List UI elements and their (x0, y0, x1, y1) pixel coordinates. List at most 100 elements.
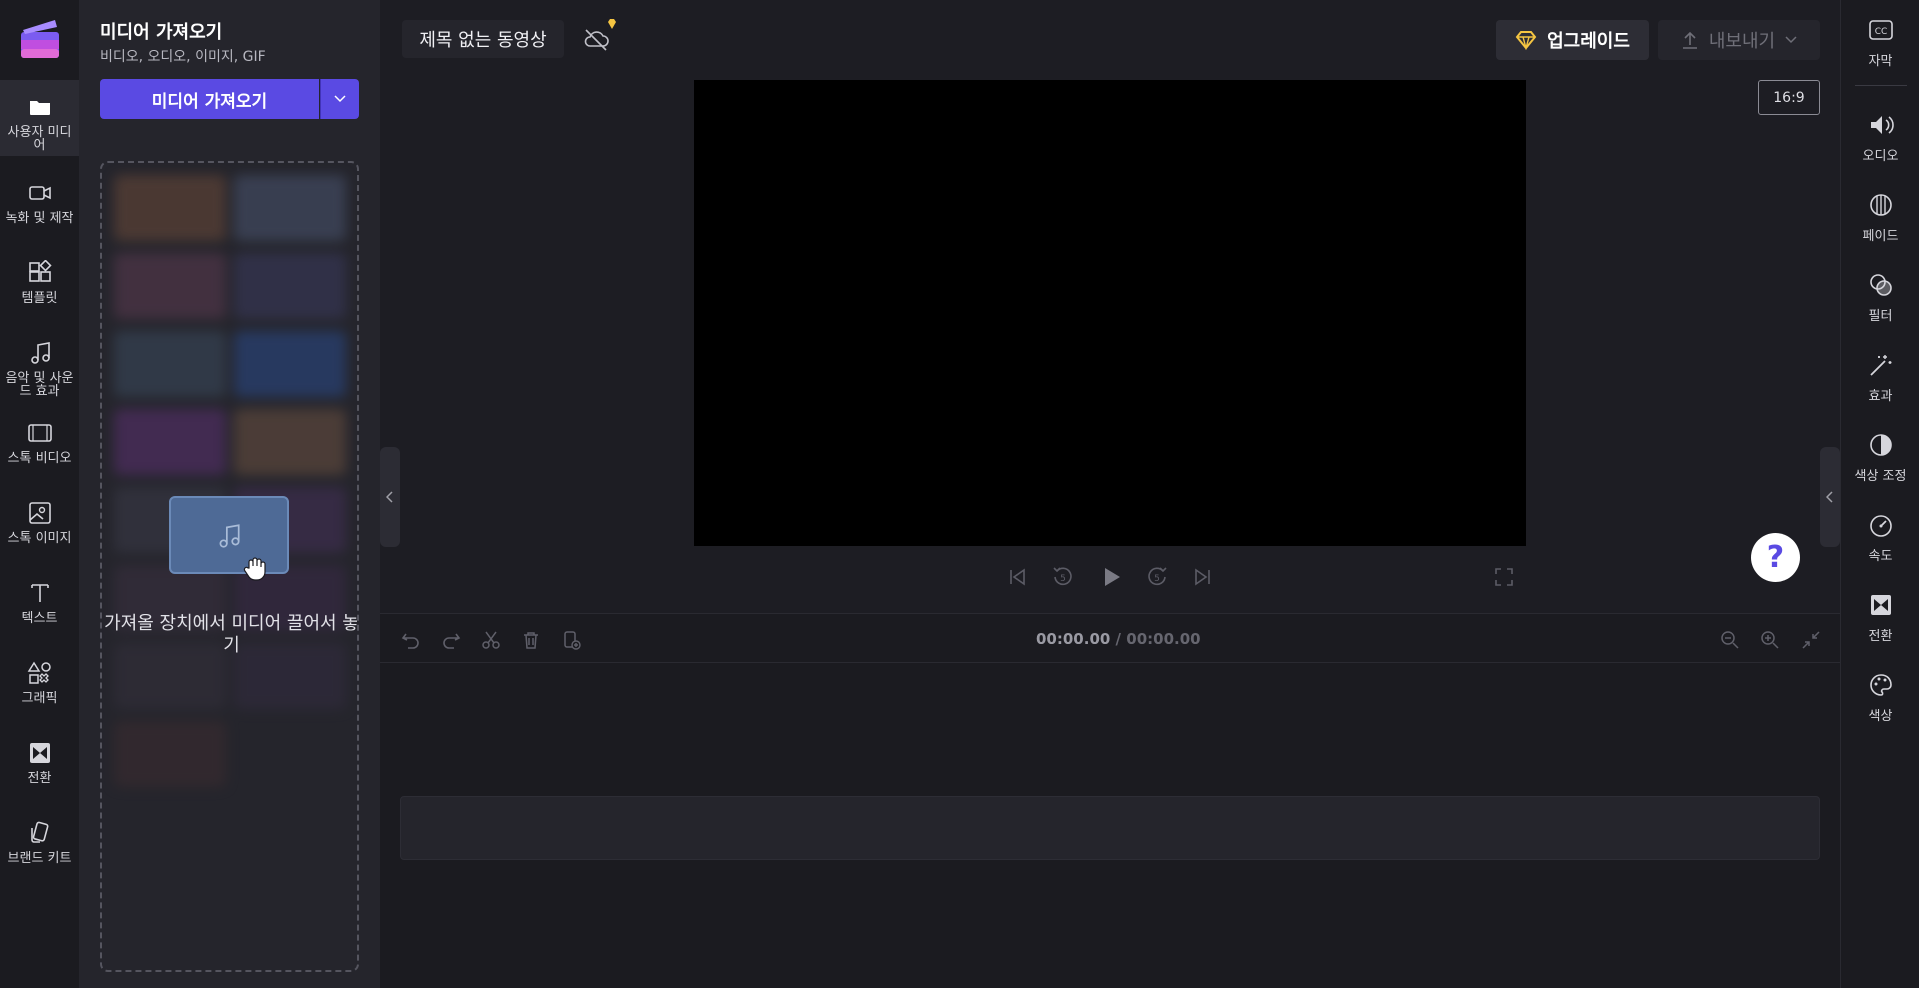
total-time: 00:00.00 (1126, 630, 1201, 648)
rail-item-stock-video[interactable]: 스톡 비디오 (0, 406, 79, 482)
blurred-media-thumbnails (110, 171, 350, 787)
text-icon (30, 584, 49, 602)
rail-label: 녹화 및 제작 (5, 211, 74, 226)
split-button[interactable] (478, 627, 504, 653)
zoom-in-button[interactable] (1757, 627, 1783, 653)
rail-item-record-create[interactable]: 녹화 및 제작 (0, 166, 79, 242)
rr-item-adjust-colors[interactable]: 색상 조정 (1841, 415, 1919, 485)
drop-illustration (169, 496, 289, 581)
fullscreen-icon (1495, 568, 1513, 586)
zoom-out-icon (1721, 631, 1739, 649)
video-camera-icon (28, 186, 51, 200)
panel-title: 미디어 가져오기 (100, 22, 223, 43)
rr-item-filters[interactable]: 필터 (1841, 255, 1919, 325)
music-note-icon (219, 524, 240, 548)
fullscreen-button[interactable] (1490, 563, 1518, 591)
timeline-track[interactable] (400, 796, 1820, 860)
collapse-right-panel-handle[interactable] (1820, 447, 1840, 547)
rail-item-graphics[interactable]: 그래픽 (0, 646, 79, 722)
zoom-out-button[interactable] (1717, 627, 1743, 653)
media-dropzone[interactable]: 가져올 장치에서 미디어 끌어서 놓기 (100, 161, 359, 972)
rail-item-templates[interactable]: 템플릿 (0, 246, 79, 322)
collapse-arrows-icon (1802, 631, 1820, 649)
skip-to-end-button[interactable] (1189, 563, 1217, 591)
redo-icon (443, 633, 461, 649)
rail-label: 템플릿 (21, 291, 58, 306)
fit-timeline-button[interactable] (1798, 627, 1824, 653)
redo-button[interactable] (438, 627, 464, 653)
rr-item-transition[interactable]: 전환 (1841, 575, 1919, 645)
rr-label: 속도 (1868, 549, 1893, 564)
undo-button[interactable] (398, 627, 424, 653)
cloud-sync-status[interactable] (582, 19, 616, 54)
fade-icon (1869, 194, 1892, 216)
help-button[interactable]: ? (1751, 533, 1800, 582)
rail-item-your-media[interactable]: 사용자 미디어 (0, 80, 79, 156)
import-media-button[interactable]: 미디어 가져오기 (100, 79, 319, 119)
panel-subtitle: 비디오, 오디오, 이미지, GIF (100, 49, 266, 65)
captions-icon: CC (1868, 20, 1893, 40)
timeline: 00:00.00 / 00:00.00 (380, 613, 1840, 988)
brand-kit-icon (30, 821, 48, 843)
shapes-icon (27, 661, 51, 684)
right-rail: CC 자막 오디오 페이드 필터 효과 색상 조정 속도 전환 색상 (1840, 0, 1919, 988)
forward-5-icon: 5 (1148, 567, 1167, 586)
rail-label: 텍스트 (21, 611, 58, 626)
rail-item-brand-kit[interactable]: 브랜드 키트 (0, 806, 79, 882)
rail-label: 전환 (27, 771, 52, 786)
rail-item-transitions[interactable]: 전환 (0, 726, 79, 802)
palette-icon (1869, 674, 1892, 696)
music-note-icon (30, 342, 50, 364)
duplicate-icon (564, 631, 581, 650)
duplicate-button[interactable] (558, 627, 584, 653)
upgrade-button[interactable]: 업그레이드 (1496, 20, 1649, 60)
timeline-toolbar: 00:00.00 / 00:00.00 (380, 613, 1840, 663)
rr-label: 효과 (1868, 389, 1893, 404)
play-button[interactable] (1097, 563, 1125, 591)
rr-item-color[interactable]: 색상 (1841, 655, 1919, 725)
image-icon (28, 502, 51, 524)
rewind-5s-button[interactable]: 5 (1049, 563, 1077, 591)
folder-icon (29, 101, 50, 115)
speedometer-icon (1869, 515, 1892, 537)
zoom-in-icon (1761, 631, 1779, 649)
transition-icon (1870, 595, 1891, 615)
rr-item-speed[interactable]: 속도 (1841, 495, 1919, 565)
drop-instruction-text: 가져올 장치에서 미디어 끌어서 놓기 (104, 613, 359, 656)
import-options-dropdown[interactable] (320, 79, 359, 119)
rr-item-effects[interactable]: 효과 (1841, 335, 1919, 405)
speaker-icon (1870, 116, 1894, 134)
rail-label: 사용자 미디어 (7, 125, 72, 153)
rr-item-captions[interactable]: CC 자막 (1841, 0, 1919, 70)
rr-label: 색상 조정 (1854, 469, 1907, 484)
app-logo-icon[interactable] (19, 18, 61, 60)
templates-icon (28, 260, 52, 282)
aspect-ratio-button[interactable]: 16:9 (1758, 80, 1820, 115)
rail-item-stock-images[interactable]: 스톡 이미지 (0, 486, 79, 562)
chevron-left-icon (1826, 491, 1833, 503)
video-preview-canvas[interactable] (694, 80, 1526, 546)
rail-item-music-sfx[interactable]: 음악 및 사운드 효과 (0, 326, 79, 402)
skip-to-start-button[interactable] (1003, 563, 1031, 591)
delete-button[interactable] (518, 627, 544, 653)
rail-item-text[interactable]: 텍스트 (0, 566, 79, 642)
rr-label: 자막 (1868, 54, 1893, 69)
current-time: 00:00.00 (1036, 630, 1111, 648)
skip-back-icon (1010, 568, 1025, 586)
rr-label: 필터 (1868, 309, 1893, 324)
rr-label: 색상 (1868, 709, 1893, 724)
rr-item-fade[interactable]: 페이드 (1841, 175, 1919, 245)
collapse-left-panel-handle[interactable] (380, 447, 400, 547)
rail-label: 브랜드 키트 (7, 851, 72, 866)
hand-grab-icon (243, 557, 266, 581)
rr-item-audio[interactable]: 오디오 (1841, 95, 1919, 165)
rail-label: 그래픽 (21, 691, 58, 706)
forward-5s-button[interactable]: 5 (1143, 563, 1171, 591)
contrast-icon (1869, 434, 1892, 456)
help-label: ? (1766, 540, 1785, 575)
rail-divider (1855, 85, 1907, 86)
svg-text:5: 5 (1154, 574, 1160, 584)
project-title-input[interactable]: 제목 없는 동영상 (402, 20, 564, 58)
play-icon (1105, 568, 1120, 586)
export-button[interactable]: 내보내기 (1658, 20, 1820, 60)
